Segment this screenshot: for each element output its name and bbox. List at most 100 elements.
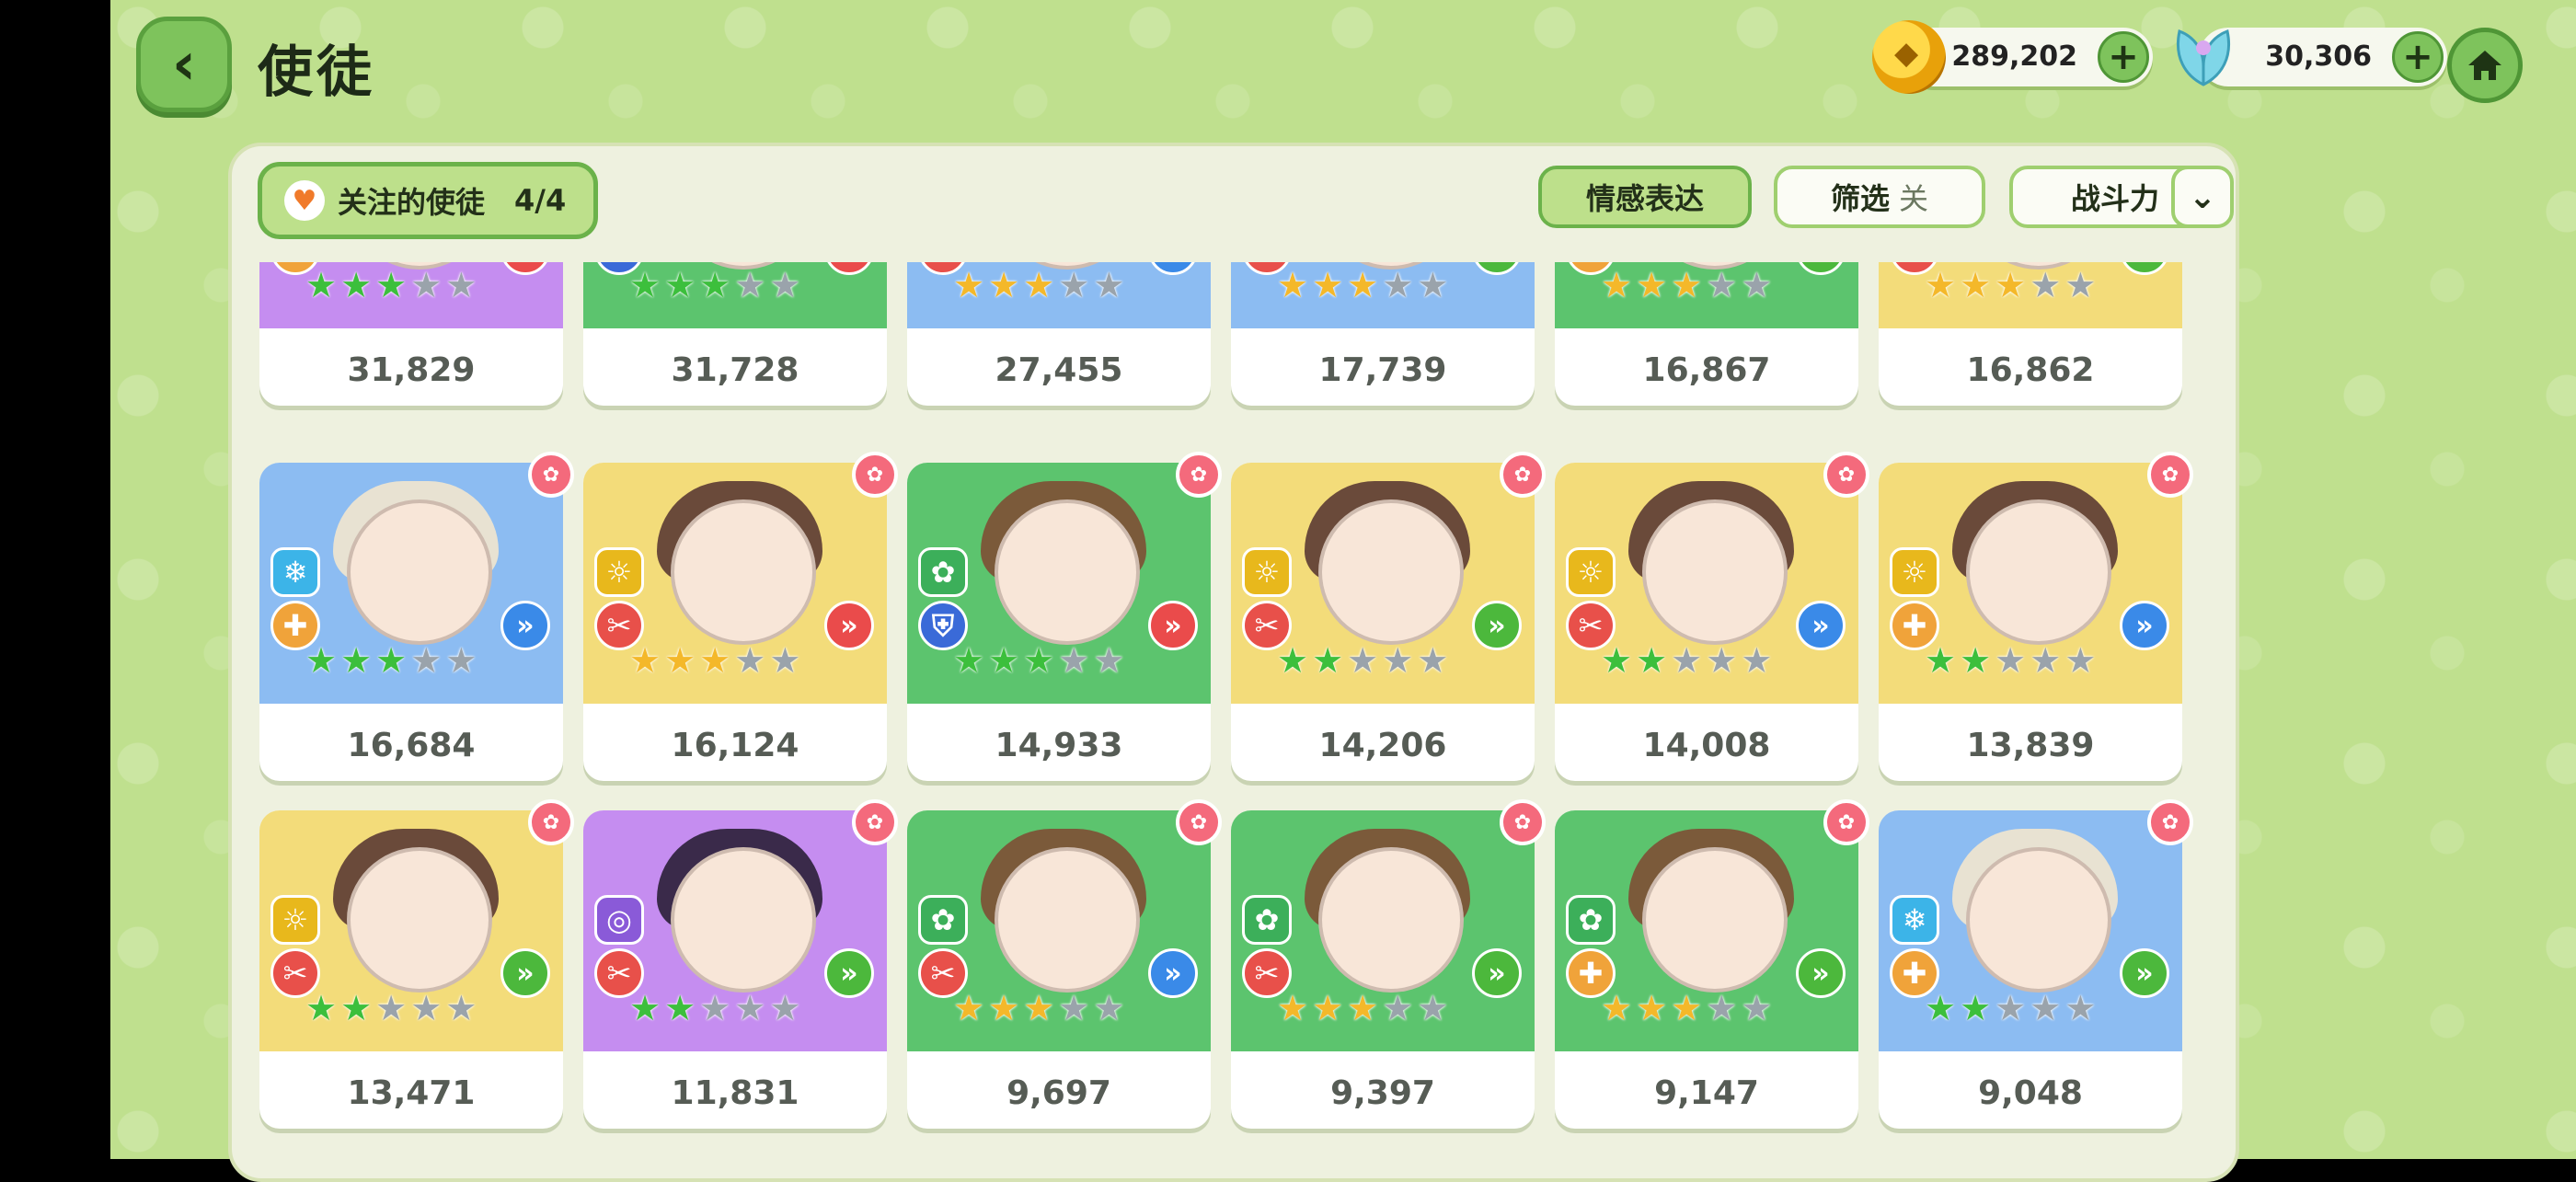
character-card[interactable]: ◎ ✂» ★ ★ ★ ★ ★ 11,831 ✿ (583, 799, 898, 1129)
character-card[interactable]: ☼ ✂» ★ ★ ★ ★ ★ 16,124 ✿ (583, 452, 898, 781)
flower-icon: ✿ (1823, 452, 1869, 498)
combat-power-value: 16,862 (1966, 351, 2095, 389)
combat-power-value: 14,008 (1642, 727, 1771, 764)
star-icon: ★ (1995, 988, 2027, 1028)
combat-power-value: 27,455 (995, 351, 1123, 389)
favorites-button[interactable]: ♥ 关注的使徒 4/4 (258, 162, 598, 239)
dark-element-icon: ◎ (594, 895, 644, 945)
character-card[interactable]: ☼ ✚» ★ ★ ★ ★ ★ 13,839 ✿ (1879, 452, 2193, 781)
flower-icon: ✿ (2147, 799, 2193, 845)
flower-icon: ✿ (528, 799, 574, 845)
star-icon: ★ (305, 988, 338, 1028)
star-icon: ★ (445, 988, 477, 1028)
character-face (1318, 847, 1464, 993)
star-icon: ★ (305, 640, 338, 681)
star-icon: ★ (2030, 265, 2062, 305)
emotion-button[interactable]: 情感表达 (1538, 166, 1752, 228)
back-button[interactable]: ‹ (136, 17, 232, 112)
star-rating: ★ ★ ★ ★ ★ (953, 268, 1124, 303)
character-card[interactable]: ✂»★★★★★27,455 (907, 262, 1211, 406)
class-arrow-icon: » (1148, 601, 1198, 650)
collapse-button[interactable]: ⌄ (2171, 166, 2234, 228)
page-title: 使徒 (258, 40, 375, 105)
double-chevron-down-icon: ⌄ (2188, 178, 2217, 216)
star-icon: ★ (988, 265, 1020, 305)
combat-power-value: 9,147 (1654, 1074, 1759, 1112)
character-card[interactable]: ✿ ✚» ★ ★ ★ ★ ★ 9,147 ✿ (1555, 799, 1869, 1129)
star-rating: ★ ★ ★ ★ ★ (1277, 268, 1448, 303)
star-icon: ★ (953, 265, 985, 305)
star-icon: ★ (1093, 988, 1125, 1028)
star-icon: ★ (1671, 640, 1703, 681)
character-card[interactable]: ✿ ✂» ★ ★ ★ ★ ★ 9,697 ✿ (907, 799, 1222, 1129)
combat-power-value: 9,048 (1978, 1074, 2083, 1112)
star-icon: ★ (699, 988, 731, 1028)
star-icon: ★ (769, 988, 801, 1028)
character-card[interactable]: ☼ ✂» ★ ★ ★ ★ ★ 14,008 ✿ (1555, 452, 1869, 781)
class-arrow-icon: » (824, 948, 874, 998)
combat-power-value: 9,697 (1006, 1074, 1111, 1112)
star-icon: ★ (1023, 265, 1055, 305)
character-card[interactable]: ✿ ⛨» ★ ★ ★ ★ ★ 14,933 ✿ (907, 452, 1222, 781)
ice-element-icon: ❄ (270, 547, 320, 597)
nature-element-icon: ✿ (1242, 895, 1292, 945)
combat-power-value: 16,867 (1642, 351, 1771, 389)
nature-element-icon: ✿ (918, 547, 968, 597)
combat-power-value: 31,829 (347, 351, 476, 389)
star-icon: ★ (1601, 988, 1633, 1028)
filter-button[interactable]: 筛选 关 (1774, 166, 1985, 228)
class-arrow-icon: » (2120, 601, 2169, 650)
combat-power-value: 16,124 (671, 727, 799, 764)
star-icon: ★ (1093, 265, 1125, 305)
flower-icon: ✿ (1500, 799, 1546, 845)
star-icon: ★ (410, 640, 443, 681)
star-icon: ★ (445, 640, 477, 681)
character-card[interactable]: ✿ ✂» ★ ★ ★ ★ ★ 9,397 ✿ (1231, 799, 1546, 1129)
star-icon: ★ (699, 640, 731, 681)
character-card[interactable]: ✚»★★★★★31,829 (259, 262, 563, 406)
star-icon: ★ (1382, 988, 1414, 1028)
character-face (1318, 499, 1464, 645)
character-card[interactable]: ✂»★★★★★17,739 (1231, 262, 1535, 406)
favorites-count: 4/4 (514, 183, 567, 218)
combat-power-value: 31,728 (671, 351, 799, 389)
character-card[interactable]: ☼ ✂» ★ ★ ★ ★ ★ 13,471 ✿ (259, 799, 574, 1129)
star-icon: ★ (1960, 640, 1992, 681)
star-icon: ★ (1312, 640, 1344, 681)
add-gold-button[interactable]: + (2098, 31, 2149, 83)
star-icon: ★ (340, 265, 373, 305)
add-gem-button[interactable]: + (2392, 31, 2444, 83)
character-face (671, 847, 816, 993)
gold-value: 289,202 (1951, 40, 2077, 73)
class-arrow-icon: » (500, 601, 550, 650)
combat-power-value: 14,933 (995, 727, 1123, 764)
character-card[interactable]: ✂»★★★★★16,862 (1879, 262, 2182, 406)
character-card[interactable]: ☼ ✂» ★ ★ ★ ★ ★ 14,206 ✿ (1231, 452, 1546, 781)
star-icon: ★ (1417, 988, 1449, 1028)
home-button[interactable] (2447, 28, 2523, 103)
character-card[interactable]: ❄ ✚» ★ ★ ★ ★ ★ 16,684 ✿ (259, 452, 574, 781)
character-card[interactable]: ⛨»★★★★★31,728 (583, 262, 887, 406)
star-icon: ★ (734, 988, 766, 1028)
class-arrow-icon: » (2120, 948, 2169, 998)
character-face (995, 847, 1140, 993)
star-icon: ★ (1277, 640, 1309, 681)
class-arrow-icon: » (1148, 948, 1198, 998)
star-rating: ★ ★ ★ ★ ★ (305, 643, 477, 678)
star-icon: ★ (1960, 265, 1992, 305)
class-arrow-icon: » (1796, 948, 1846, 998)
star-rating: ★ ★ ★ ★ ★ (1601, 643, 1772, 678)
star-icon: ★ (1347, 265, 1379, 305)
star-icon: ★ (2030, 640, 2062, 681)
star-rating: ★ ★ ★ ★ ★ (305, 991, 477, 1026)
combat-power-value: 9,397 (1330, 1074, 1435, 1112)
character-card[interactable]: ✚»★★★★★16,867 (1555, 262, 1858, 406)
character-card[interactable]: ❄ ✚» ★ ★ ★ ★ ★ 9,048 ✿ (1879, 799, 2193, 1129)
star-icon: ★ (1636, 988, 1668, 1028)
star-icon: ★ (769, 265, 801, 305)
star-icon: ★ (988, 640, 1020, 681)
star-icon: ★ (629, 988, 661, 1028)
combat-power-value: 13,471 (347, 1074, 476, 1112)
star-icon: ★ (699, 265, 731, 305)
star-icon: ★ (410, 265, 443, 305)
